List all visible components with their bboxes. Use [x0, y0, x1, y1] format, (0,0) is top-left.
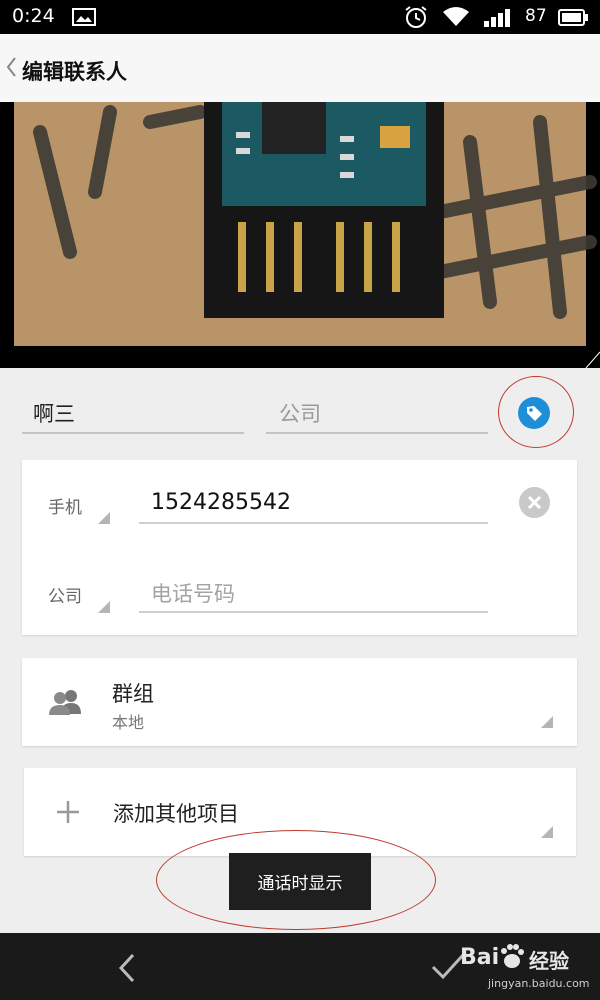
add-field-label: 添加其他项目	[113, 802, 239, 826]
signal-icon	[484, 9, 510, 27]
app-bar: 编辑联系人	[0, 34, 600, 102]
back-icon[interactable]	[118, 953, 136, 983]
add-field-dropdown-icon[interactable]	[541, 826, 553, 838]
alarm-icon	[405, 6, 427, 28]
clear-phone-button[interactable]	[519, 487, 550, 518]
group-subtitle: 本地	[112, 713, 145, 732]
group-card[interactable]	[22, 658, 577, 746]
phone-number-underline	[139, 522, 488, 524]
paw-icon	[501, 944, 524, 968]
annotation-ring-toast	[156, 830, 436, 930]
watermark-brand: Bai	[460, 945, 500, 970]
phone-number-field-2[interactable]: 电话号码	[151, 578, 235, 608]
watermark-cn: 经验	[529, 949, 569, 973]
company-field[interactable]: 公司	[279, 398, 321, 428]
photo-image	[0, 102, 600, 368]
chevron-left-icon[interactable]	[5, 56, 17, 78]
group-dropdown-icon[interactable]	[541, 716, 553, 728]
phone-type-dropdown-icon-2[interactable]	[98, 601, 110, 613]
plus-icon	[57, 801, 79, 823]
name-field-underline	[22, 432, 244, 434]
bottom-bar: Bai 经验 jingyan.baidu.com	[0, 933, 600, 1000]
group-title: 群组	[112, 682, 154, 706]
watermark-url: jingyan.baidu.com	[488, 977, 590, 990]
status-bar: 0:24 87	[0, 0, 600, 34]
people-icon	[49, 690, 81, 715]
status-time: 0:24	[12, 5, 55, 27]
phone-type-dropdown-icon[interactable]	[98, 512, 110, 524]
phone-type-label[interactable]: 手机	[48, 493, 82, 518]
battery-icon	[558, 9, 588, 26]
image-icon	[72, 8, 96, 26]
wifi-icon	[443, 7, 469, 26]
annotation-ring-tag	[498, 376, 574, 448]
close-icon	[527, 495, 542, 510]
name-field[interactable]: 啊三	[33, 398, 75, 428]
company-field-underline	[266, 432, 488, 434]
contact-photo[interactable]	[0, 102, 600, 368]
phone-number-underline-2	[139, 611, 488, 613]
battery-level: 87	[525, 6, 547, 26]
phone-type-label-2[interactable]: 公司	[48, 582, 82, 607]
page-title: 编辑联系人	[22, 60, 127, 84]
phone-number-field[interactable]: 1524285542	[151, 490, 291, 515]
